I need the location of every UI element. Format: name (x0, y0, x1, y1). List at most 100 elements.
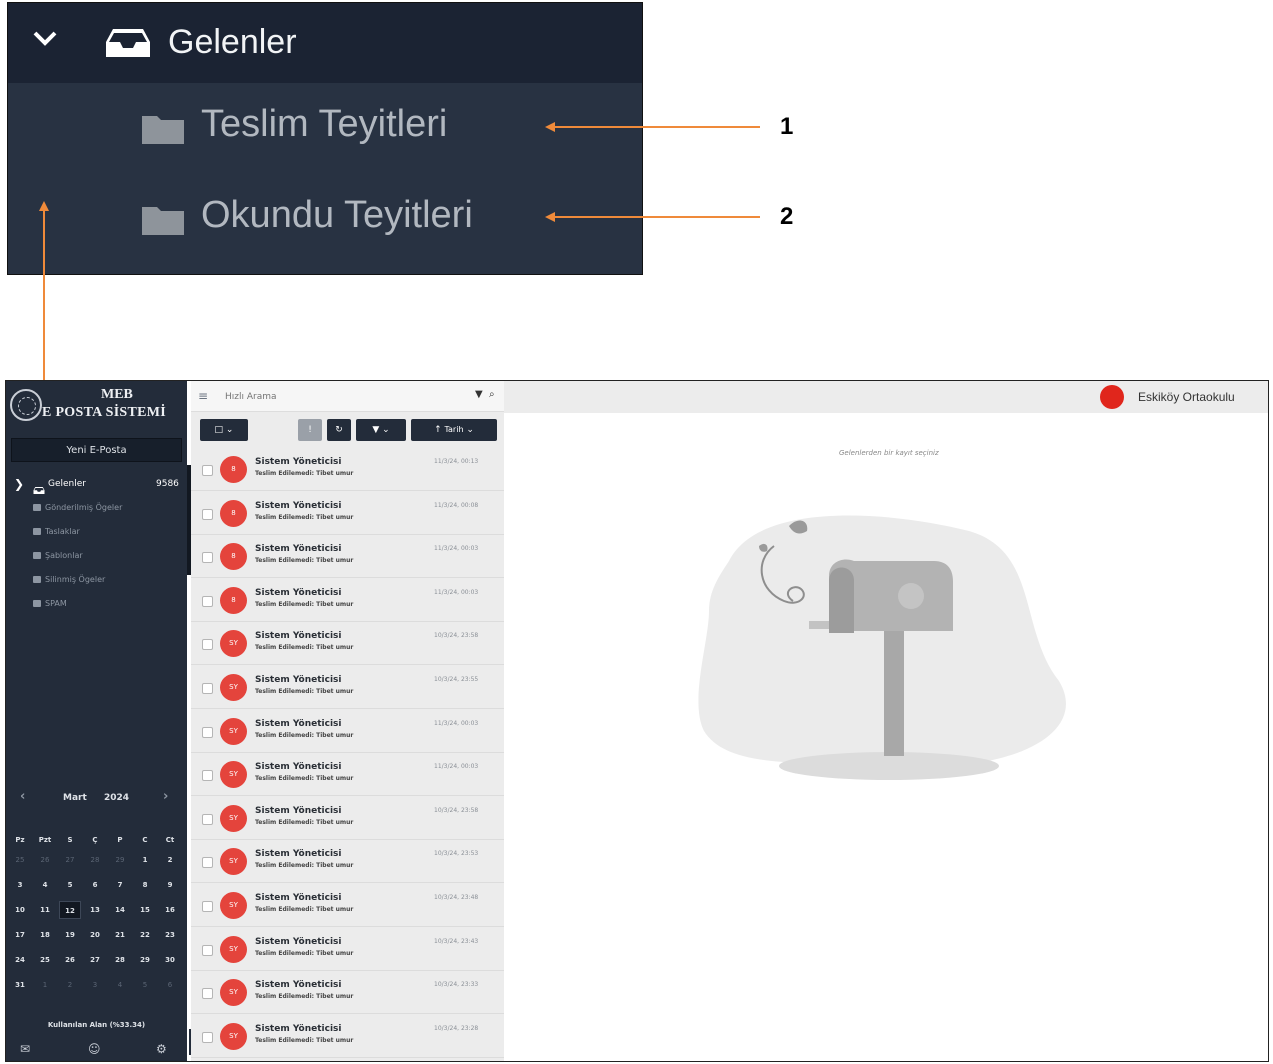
calendar-day[interactable]: 18 (34, 926, 56, 944)
contacts-icon[interactable]: ☺ (88, 1042, 101, 1056)
message-row[interactable]: 8 Sistem Yöneticisi Teslim Edilemedi: Tibe… (191, 535, 504, 579)
message-subject: Teslim Edilemedi: Tibet umur (255, 775, 354, 783)
message-row[interactable]: SY Sistem Yöneticisi Teslim Edilemedi: Tib… (191, 971, 504, 1015)
message-row[interactable]: SY Sistem Yöneticisi Teslim Edilemedi: Tib… (191, 928, 504, 971)
message-row[interactable]: SY Sistem Yöneticisi Teslim Edilemedi: Tib… (191, 1015, 504, 1058)
info-button[interactable]: ! (298, 419, 322, 441)
sidebar-item-templates[interactable]: Şablonlar (33, 551, 83, 569)
message-checkbox[interactable] (202, 552, 213, 564)
sidebar-item-trash[interactable]: Silinmiş Ögeler (33, 575, 105, 593)
mail-icon[interactable]: ✉ (20, 1042, 30, 1056)
message-checkbox[interactable] (202, 901, 213, 912)
message-row[interactable]: 8 Sistem Yöneticisi Teslim Edilemedi: Tibe… (191, 448, 504, 491)
sidebar-item-sent[interactable]: Gönderilmiş Ögeler (33, 503, 122, 521)
message-checkbox[interactable] (202, 465, 213, 476)
message-date: 11/3/24, 00:03 (434, 763, 479, 771)
calendar-day[interactable]: 13 (84, 901, 106, 919)
new-mail-button[interactable]: Yeni E-Posta (11, 438, 182, 462)
calendar-day[interactable]: 6 (84, 876, 106, 894)
calendar-day[interactable]: 5 (59, 876, 81, 894)
calendar-day[interactable]: 2 (159, 851, 181, 869)
calendar-day[interactable]: 25 (9, 851, 31, 869)
calendar-day[interactable]: 15 (134, 901, 156, 919)
filter-dropdown-button[interactable]: ▼ ⌄ (356, 419, 406, 441)
calendar-day[interactable]: 21 (109, 926, 131, 944)
calendar-day[interactable]: 24 (9, 951, 31, 969)
calendar-day[interactable]: 27 (84, 951, 106, 969)
calendar-day[interactable]: 2 (59, 976, 81, 994)
calendar-day[interactable]: 1 (34, 976, 56, 994)
message-checkbox[interactable] (202, 508, 213, 520)
message-checkbox[interactable] (202, 770, 213, 782)
sender-name: Sistem Yöneticisi (255, 544, 342, 555)
calendar-day[interactable]: 26 (34, 851, 56, 869)
calendar-day[interactable]: 1 (134, 851, 156, 869)
message-checkbox[interactable] (202, 726, 213, 738)
settings-icon[interactable]: ⚙ (156, 1042, 167, 1056)
message-row[interactable]: 8 Sistem Yöneticisi Teslim Edilemedi: Tibe… (191, 579, 504, 622)
calendar-day[interactable]: 29 (134, 951, 156, 969)
search-bar: ≡ ▼ ⌕ (191, 381, 504, 412)
message-checkbox[interactable] (202, 857, 213, 869)
calendar-day[interactable]: 22 (134, 926, 156, 944)
calendar-day[interactable]: 19 (59, 926, 81, 944)
calendar-day[interactable]: 8 (134, 876, 156, 894)
calendar-day[interactable]: 10 (9, 901, 31, 919)
calendar-day[interactable]: 7 (109, 876, 131, 894)
calendar-day[interactable]: 5 (134, 976, 156, 994)
sidebar-item-spam[interactable]: SPAM (33, 599, 67, 617)
message-row[interactable]: SY Sistem Yöneticisi Teslim Edilemedi: Tib… (191, 666, 504, 709)
calendar-day[interactable]: 26 (59, 951, 81, 969)
calendar-day[interactable]: 17 (9, 926, 31, 944)
chevron-right-icon[interactable]: › (163, 789, 168, 804)
calendar-day[interactable]: 11 (34, 901, 56, 919)
calendar-weekday: S (67, 836, 73, 844)
calendar-day[interactable]: 6 (159, 976, 181, 994)
menu-icon[interactable]: ≡ (198, 389, 208, 403)
calendar-day[interactable]: 3 (84, 976, 106, 994)
message-row[interactable]: SY Sistem Yöneticisi Teslim Edilemedi: Tib… (191, 840, 504, 884)
message-checkbox[interactable] (202, 595, 213, 607)
calendar-day[interactable]: 28 (84, 851, 106, 869)
message-row[interactable]: SY Sistem Yöneticisi Teslim Edilemedi: Tib… (191, 710, 504, 753)
calendar-day[interactable]: 12 (59, 901, 81, 919)
calendar-day[interactable]: 23 (159, 926, 181, 944)
calendar-day[interactable]: 31 (9, 976, 31, 994)
calendar-day[interactable]: 3 (9, 876, 31, 894)
calendar-day[interactable]: 9 (159, 876, 181, 894)
calendar-day[interactable]: 27 (59, 851, 81, 869)
calendar-day[interactable]: 14 (109, 901, 131, 919)
sort-dropdown-button[interactable]: ↑ Tarih ⌄ (411, 419, 497, 441)
sidebar-item-inbox[interactable]: ❯ Gelenler 9586 (6, 474, 187, 496)
message-checkbox[interactable] (202, 944, 213, 956)
message-row[interactable]: SY Sistem Yöneticisi Teslim Edilemedi: Tib… (191, 797, 504, 840)
calendar-day[interactable]: 29 (109, 851, 131, 869)
message-row[interactable]: SY Sistem Yöneticisi Teslim Edilemedi: Tib… (191, 753, 504, 797)
calendar-day[interactable]: 20 (84, 926, 106, 944)
chevron-left-icon[interactable]: ‹ (20, 789, 25, 804)
calendar-day[interactable]: 30 (159, 951, 181, 969)
message-checkbox[interactable] (202, 813, 213, 825)
calendar-day[interactable]: 25 (34, 951, 56, 969)
select-dropdown-button[interactable]: □ ⌄ (200, 419, 248, 441)
calendar-day[interactable]: 4 (34, 876, 56, 894)
user-name[interactable]: Eskiköy Ortaokulu (1138, 390, 1235, 404)
message-checkbox[interactable] (202, 1031, 213, 1043)
chevron-right-icon[interactable]: ❯ (14, 477, 24, 491)
refresh-button[interactable]: ↻ (327, 419, 351, 441)
sender-avatar: 8 (220, 456, 247, 483)
message-checkbox[interactable] (202, 683, 213, 694)
user-avatar[interactable] (1100, 385, 1124, 409)
message-checkbox[interactable] (202, 988, 213, 1000)
message-row[interactable]: 8 Sistem Yöneticisi Teslim Edilemedi: Tibe… (191, 492, 504, 535)
calendar-day[interactable]: 16 (159, 901, 181, 919)
search-icon[interactable]: ⌕ (489, 389, 495, 400)
message-checkbox[interactable] (202, 639, 213, 651)
message-row[interactable]: SY Sistem Yöneticisi Teslim Edilemedi: Tib… (191, 884, 504, 927)
sidebar-item-drafts[interactable]: Taslaklar (33, 527, 80, 545)
search-input[interactable] (223, 387, 447, 407)
filter-icon[interactable]: ▼ (475, 389, 483, 400)
calendar-day[interactable]: 28 (109, 951, 131, 969)
calendar-day[interactable]: 4 (109, 976, 131, 994)
message-row[interactable]: SY Sistem Yöneticisi Teslim Edilemedi: Tib… (191, 622, 504, 666)
